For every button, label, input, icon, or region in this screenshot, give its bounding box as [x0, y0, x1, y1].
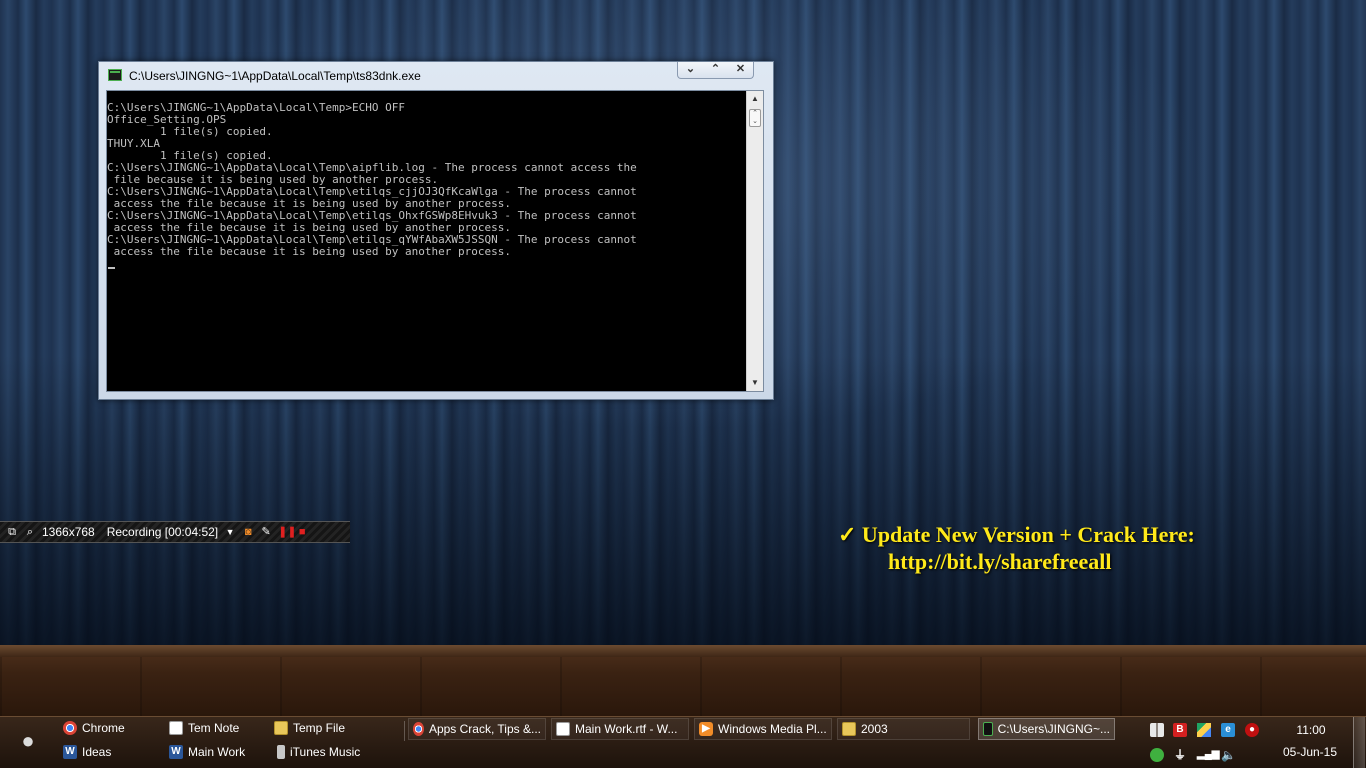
task-label: Main Work.rtf - W... — [575, 722, 678, 736]
console-output: C:\Users\JINGNG~1\AppData\Local\Temp>ECH… — [107, 101, 637, 258]
document-icon — [169, 721, 183, 735]
taskbar-separator — [404, 721, 405, 741]
task-label: Windows Media Pl... — [718, 722, 827, 736]
console-icon — [108, 69, 122, 81]
google-drive-icon[interactable] — [1197, 723, 1211, 737]
quicklaunch-label: Ideas — [82, 745, 112, 759]
scroll-down-icon[interactable]: ▼ — [747, 375, 763, 391]
task-wordpad[interactable]: Main Work.rtf - W... — [551, 718, 689, 740]
pause-icon[interactable]: ❚❚ — [278, 526, 296, 538]
quicklaunch-label: iTunes Music — [290, 745, 361, 759]
dropdown-icon[interactable]: ▼ — [224, 526, 236, 538]
task-label: 2003 — [861, 722, 888, 736]
vertical-scrollbar[interactable]: ▲ ⌃ ⌄ ▼ — [746, 91, 763, 391]
magnifier-icon[interactable]: ⌕ — [24, 526, 36, 538]
windows-icon[interactable] — [1150, 723, 1164, 737]
start-button[interactable]: ● — [16, 728, 40, 754]
recording-resolution: 1366x768 — [42, 525, 95, 539]
quicklaunch-chrome[interactable]: Chrome — [63, 717, 125, 739]
quicklaunch-label: Temp File — [293, 721, 346, 735]
ipod-icon — [277, 745, 285, 759]
task-label: Apps Crack, Tips &... — [428, 722, 541, 736]
task-folder-2003[interactable]: 2003 — [837, 718, 970, 740]
wallpaper-floor — [0, 645, 1366, 716]
word-icon: W — [169, 745, 183, 759]
console-window[interactable]: C:\Users\JINGNG~1\AppData\Local\Temp\ts8… — [98, 61, 774, 400]
show-desktop-button[interactable] — [1353, 717, 1365, 768]
console-icon — [983, 722, 993, 736]
quicklaunch-tem-note[interactable]: Tem Note — [169, 717, 239, 739]
quicklaunch-temp-file[interactable]: Temp File — [274, 717, 345, 739]
quicklaunch-label: Chrome — [82, 721, 125, 735]
quicklaunch-itunes-music[interactable]: iTunes Music — [277, 741, 360, 763]
quicklaunch-main-work[interactable]: W Main Work — [169, 741, 245, 763]
taskbar: ● Chrome W Ideas Tem Note W Main Work Te… — [0, 716, 1366, 768]
quicklaunch-label: Tem Note — [188, 721, 240, 735]
recording-toolbar: ⧉ ⌕ 1366x768 Recording [00:04:52] ▼ ◙ ✎ … — [0, 521, 350, 543]
folder-icon — [842, 722, 856, 736]
task-media-player[interactable]: ▶ Windows Media Pl... — [694, 718, 832, 740]
task-chrome[interactable]: Apps Crack, Tips &... — [408, 718, 546, 740]
chrome-icon — [63, 721, 77, 735]
clock-date[interactable]: 05-Jun-15 — [1278, 745, 1342, 759]
pen-icon[interactable]: ✎ — [260, 526, 272, 538]
quicklaunch-label: Main Work — [188, 745, 246, 759]
apple-logo-icon: ● — [21, 728, 35, 753]
window-icon[interactable]: ⧉ — [6, 526, 18, 538]
promo-link: http://bit.ly/sharefreeall — [888, 549, 1112, 574]
camera-icon[interactable]: ◙ — [242, 526, 254, 538]
text-cursor — [108, 267, 115, 269]
word-icon: W — [63, 745, 77, 759]
record-icon[interactable]: ● — [1245, 723, 1259, 737]
tray-app-icon[interactable]: e — [1221, 723, 1235, 737]
close-button[interactable]: ✕ — [728, 62, 753, 78]
clock-time[interactable]: 11:00 — [1287, 723, 1335, 737]
scroll-thumb[interactable]: ⌃ ⌄ — [749, 109, 761, 127]
volume-icon[interactable]: 🔈 — [1221, 748, 1236, 762]
stop-icon[interactable]: ■ — [296, 526, 308, 538]
quicklaunch-ideas[interactable]: W Ideas — [63, 741, 111, 763]
console-area[interactable]: C:\Users\JINGNG~1\AppData\Local\Temp>ECH… — [106, 90, 764, 392]
power-plug-icon[interactable]: ⏚ — [1173, 748, 1187, 762]
chrome-icon — [413, 722, 424, 736]
recording-status: Recording [00:04:52] — [106, 525, 219, 539]
media-player-icon: ▶ — [699, 722, 713, 736]
minimize-button[interactable]: ⌄ — [678, 62, 703, 78]
window-controls: ⌄ ⌃ ✕ — [677, 62, 754, 79]
folder-icon — [274, 721, 288, 735]
promo-line-1: ✓ Update New Version + Crack Here: — [838, 522, 1195, 547]
network-globe-icon[interactable] — [1150, 748, 1164, 762]
window-title: C:\Users\JINGNG~1\AppData\Local\Temp\ts8… — [129, 69, 421, 83]
task-console[interactable]: C:\Users\JINGNG~... — [978, 718, 1115, 740]
scroll-up-icon[interactable]: ▲ — [747, 91, 763, 107]
bitdefender-icon[interactable]: B — [1173, 723, 1187, 737]
window-title-bar[interactable]: C:\Users\JINGNG~1\AppData\Local\Temp\ts8… — [99, 62, 773, 90]
document-icon — [556, 722, 570, 736]
promo-text: ✓ Update New Version + Crack Here: http:… — [838, 522, 1278, 575]
maximize-button[interactable]: ⌃ — [703, 62, 728, 78]
task-label: C:\Users\JINGNG~... — [997, 722, 1110, 736]
signal-bars-icon[interactable]: ▂▄▆ — [1197, 748, 1219, 762]
